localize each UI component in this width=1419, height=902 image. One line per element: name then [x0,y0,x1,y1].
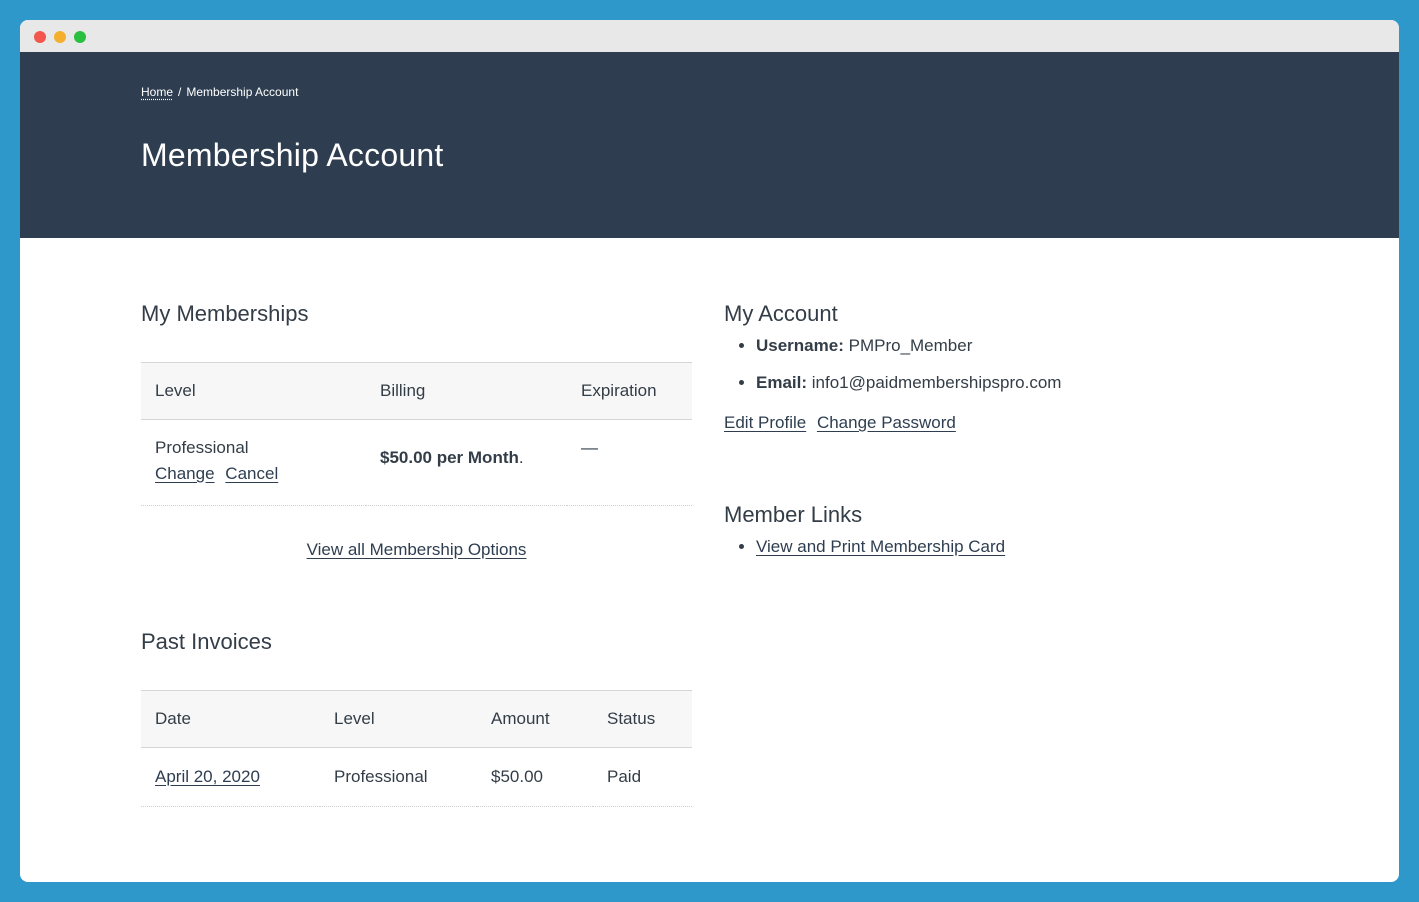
invoice-date-link[interactable]: April 20, 2020 [155,767,260,786]
billing-suffix: . [519,448,524,467]
browser-window: Home / Membership Account Membership Accou… [20,20,1399,882]
membership-expiration-cell: — [567,420,692,506]
view-all-options: View all Membership Options [141,540,692,560]
minimize-window-button[interactable] [54,31,66,43]
window-titlebar [20,20,1399,52]
table-row: Professional Change Cancel $50.00 per Mo… [141,420,692,506]
amount-column-header: Amount [477,691,593,748]
change-membership-link[interactable]: Change [155,464,215,483]
billing-amount: $50.00 per Month [380,448,519,467]
breadcrumb-separator: / [178,85,181,99]
expiration-column-header: Expiration [567,363,692,420]
level-column-header: Level [141,363,366,420]
invoices-header-row: Date Level Amount Status [141,691,692,748]
table-row: April 20, 2020 Professional $50.00 Paid [141,748,692,807]
view-print-membership-card-link[interactable]: View and Print Membership Card [756,537,1005,556]
breadcrumb-home-link[interactable]: Home [141,85,173,99]
breadcrumb: Home / Membership Account [141,85,298,99]
status-column-header: Status [593,691,692,748]
member-links-heading: Member Links [724,502,862,528]
billing-column-header: Billing [366,363,567,420]
membership-level: Professional [155,438,352,458]
account-details-list: Username: PMPro_Member Email: info1@paid… [724,336,1061,410]
change-password-link[interactable]: Change Password [817,413,956,432]
member-links-list: View and Print Membership Card [724,537,1005,557]
view-all-membership-options-link[interactable]: View all Membership Options [307,540,527,559]
invoice-status-cell: Paid [593,748,692,807]
page-header: Home / Membership Account Membership Accou… [20,52,1399,238]
page-title: Membership Account [141,137,443,174]
past-invoices-heading: Past Invoices [141,629,272,655]
date-column-header: Date [141,691,320,748]
main-content: My Memberships Level Billing Expiration … [20,238,1399,882]
list-item: Username: PMPro_Member [756,336,1061,356]
account-actions: Edit Profile Change Password [724,413,962,433]
maximize-window-button[interactable] [74,31,86,43]
level-column-header: Level [320,691,477,748]
edit-profile-link[interactable]: Edit Profile [724,413,806,432]
invoice-level-cell: Professional [320,748,477,807]
membership-level-cell: Professional Change Cancel [141,420,366,506]
email-value: info1@paidmembershipspro.com [812,373,1062,392]
email-label: Email: [756,373,807,392]
username-label: Username: [756,336,844,355]
membership-billing-cell: $50.00 per Month. [366,420,567,506]
breadcrumb-current: Membership Account [186,85,298,99]
my-memberships-heading: My Memberships [141,301,308,327]
memberships-table: Level Billing Expiration Professional Ch… [141,362,692,506]
invoice-date-cell: April 20, 2020 [141,748,320,807]
list-item: View and Print Membership Card [756,537,1005,557]
invoice-amount-cell: $50.00 [477,748,593,807]
invoices-table: Date Level Amount Status April 20, 2020 … [141,690,692,807]
cancel-membership-link[interactable]: Cancel [225,464,278,483]
membership-actions: Change Cancel [155,464,352,484]
username-value: PMPro_Member [849,336,973,355]
my-account-heading: My Account [724,301,838,327]
memberships-header-row: Level Billing Expiration [141,363,692,420]
close-window-button[interactable] [34,31,46,43]
list-item: Email: info1@paidmembershipspro.com [756,373,1061,393]
